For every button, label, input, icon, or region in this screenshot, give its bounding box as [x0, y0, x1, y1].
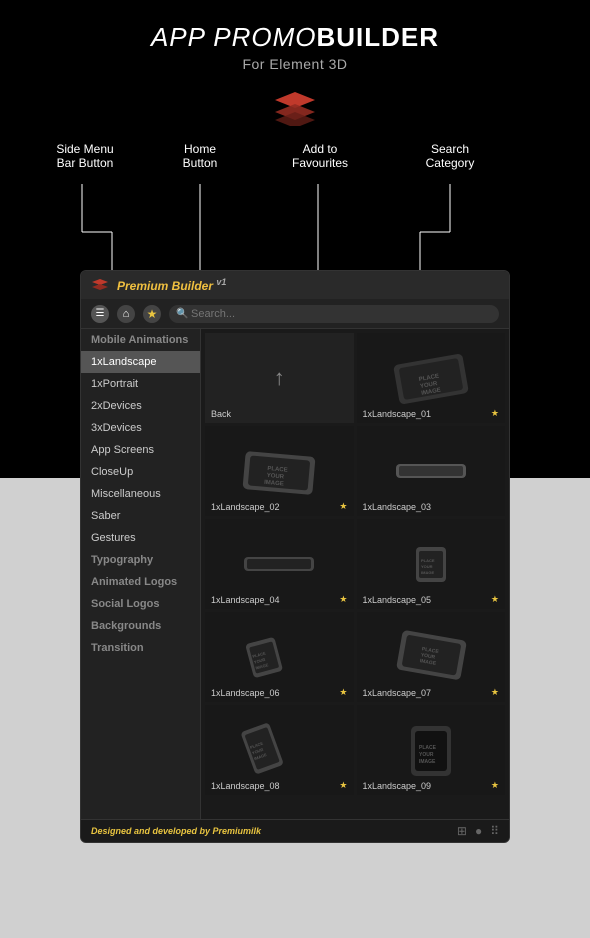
title-promo: APP PROMO	[151, 22, 317, 52]
home-button[interactable]: ⌂	[117, 305, 135, 323]
sidebar-item-gestures[interactable]: Gestures	[81, 527, 200, 549]
title-bar-logo-icon	[91, 278, 109, 292]
footer-text: Designed and developed by Premiumilk	[91, 826, 261, 836]
sidebar-item-closeup[interactable]: CloseUp	[81, 461, 200, 483]
cell-label-06: 1xLandscape_06	[211, 688, 280, 698]
phone-mockup-05: PLACE YOUR IMAGE	[391, 537, 471, 592]
search-icon: 🔍	[176, 308, 188, 319]
cell-label-07: 1xLandscape_07	[363, 688, 432, 698]
svg-text:PLACE: PLACE	[419, 745, 437, 751]
cell-label-08: 1xLandscape_08	[211, 781, 280, 791]
footer-icons: ⊞ ● ⠿	[457, 824, 499, 838]
sidebar-item-3xdevices[interactable]: 3xDevices	[81, 417, 200, 439]
grid-area: ↑ Back PLACE YOUR IMAGE	[201, 329, 509, 819]
svg-text:YOUR: YOUR	[419, 752, 434, 758]
phone-mockup-07: PLACE YOUR IMAGE	[391, 630, 471, 685]
app-window: Premium Builder v1 ☰ ⌂ ★ 🔍	[80, 270, 510, 843]
grid-cell-08[interactable]: PLACE YOUR IMAGE 1xLandscape_08 ★	[205, 705, 354, 795]
cell-star-05: ★	[491, 594, 499, 605]
svg-text:IMAGE: IMAGE	[419, 759, 436, 765]
phone-mockup-02: PLACE YOUR IMAGE	[239, 444, 319, 499]
cell-label-05: 1xLandscape_05	[363, 595, 432, 605]
cell-star-09: ★	[491, 780, 499, 791]
sidebar-category-sociallogos: Social Logos	[81, 593, 200, 615]
grid-icon[interactable]: ⊞	[457, 824, 467, 838]
stack-logo-icon	[273, 90, 317, 126]
title-builder: BUILDER	[316, 22, 439, 52]
cell-label-02: 1xLandscape_02	[211, 502, 280, 512]
app-subtitle: For Element 3D	[0, 56, 590, 72]
sidebar-item-1xportrait[interactable]: 1xPortrait	[81, 373, 200, 395]
grid-cell-09[interactable]: PLACE YOUR IMAGE 1xLandscape_09 ★	[357, 705, 506, 795]
sidebar-menu-button[interactable]: ☰	[91, 305, 109, 323]
header: APP PROMOBUILDER For Element 3D	[0, 0, 590, 82]
phone-mockup-08: PLACE YOUR IMAGE	[239, 723, 319, 778]
add-to-favourites-button[interactable]: ★	[143, 305, 161, 323]
sidebar-item-appscreens[interactable]: App Screens	[81, 439, 200, 461]
cell-star-06: ★	[339, 687, 347, 698]
grid-cell-back[interactable]: ↑ Back	[205, 333, 354, 423]
title-bar: Premium Builder v1	[81, 271, 509, 299]
cell-star-07: ★	[491, 687, 499, 698]
grid-cell-06[interactable]: PLACE YOUR IMAGE 1xLandscape_06 ★	[205, 612, 354, 702]
menu-icon[interactable]: ⠿	[490, 824, 499, 838]
svg-text:PLACE: PLACE	[421, 558, 435, 563]
main-content: Mobile Animations 1xLandscape 1xPortrait…	[81, 329, 509, 819]
title-bar-text: Premium Builder v1	[117, 277, 226, 293]
sidebar-item-misc[interactable]: Miscellaneous	[81, 483, 200, 505]
sidebar: Mobile Animations 1xLandscape 1xPortrait…	[81, 329, 201, 819]
sidebar-item-saber[interactable]: Saber	[81, 505, 200, 527]
search-wrapper: 🔍	[169, 304, 499, 323]
toolbar: ☰ ⌂ ★ 🔍	[81, 299, 509, 329]
cell-label-03: 1xLandscape_03	[363, 502, 432, 512]
footer-brand: Premiumilk	[213, 826, 262, 836]
sidebar-item-1xlandscape[interactable]: 1xLandscape	[81, 351, 200, 373]
grid-cell-04[interactable]: 1xLandscape_04 ★	[205, 519, 354, 609]
phone-mockup-09: PLACE YOUR IMAGE	[391, 723, 471, 778]
sidebar-category-typography: Typography	[81, 549, 200, 571]
phone-mockup-04	[239, 549, 319, 579]
grid-cell-07[interactable]: PLACE YOUR IMAGE 1xLandscape_07 ★	[357, 612, 506, 702]
back-arrow-icon: ↑	[274, 365, 285, 391]
grid-cell-02[interactable]: PLACE YOUR IMAGE 1xLandscape_02 ★	[205, 426, 354, 516]
sidebar-category-animlogos: Animated Logos	[81, 571, 200, 593]
sidebar-item-2xdevices[interactable]: 2xDevices	[81, 395, 200, 417]
grid-cell-01[interactable]: PLACE YOUR IMAGE 1xLandscape_01 ★	[357, 333, 506, 423]
logo-stack	[0, 90, 590, 126]
sidebar-category-mobile: Mobile Animations	[81, 329, 200, 351]
svg-text:IMAGE: IMAGE	[421, 570, 434, 575]
grid-cell-03[interactable]: 1xLandscape_03	[357, 426, 506, 516]
cell-star-08: ★	[339, 780, 347, 791]
sidebar-category-backgrounds: Backgrounds	[81, 615, 200, 637]
cell-label-01: 1xLandscape_01	[363, 409, 432, 419]
search-input[interactable]	[169, 305, 499, 323]
cell-star-04: ★	[339, 594, 347, 605]
cell-label-back: Back	[211, 409, 231, 419]
cell-star-02: ★	[339, 501, 347, 512]
cell-label-04: 1xLandscape_04	[211, 595, 280, 605]
grid-cell-05[interactable]: PLACE YOUR IMAGE 1xLandscape_05 ★	[357, 519, 506, 609]
sidebar-category-transition: Transition	[81, 637, 200, 659]
circle-icon[interactable]: ●	[475, 824, 482, 838]
cell-label-09: 1xLandscape_09	[363, 781, 432, 791]
app-title: APP PROMOBUILDER	[0, 22, 590, 53]
grid: ↑ Back PLACE YOUR IMAGE	[205, 333, 505, 795]
phone-mockup-01: PLACE YOUR IMAGE	[391, 351, 471, 406]
svg-text:YOUR: YOUR	[421, 564, 433, 569]
footer: Designed and developed by Premiumilk ⊞ ●…	[81, 819, 509, 842]
phone-mockup-06: PLACE YOUR IMAGE	[239, 630, 319, 685]
cell-star-01: ★	[491, 408, 499, 419]
phone-mockup-03	[391, 456, 471, 486]
